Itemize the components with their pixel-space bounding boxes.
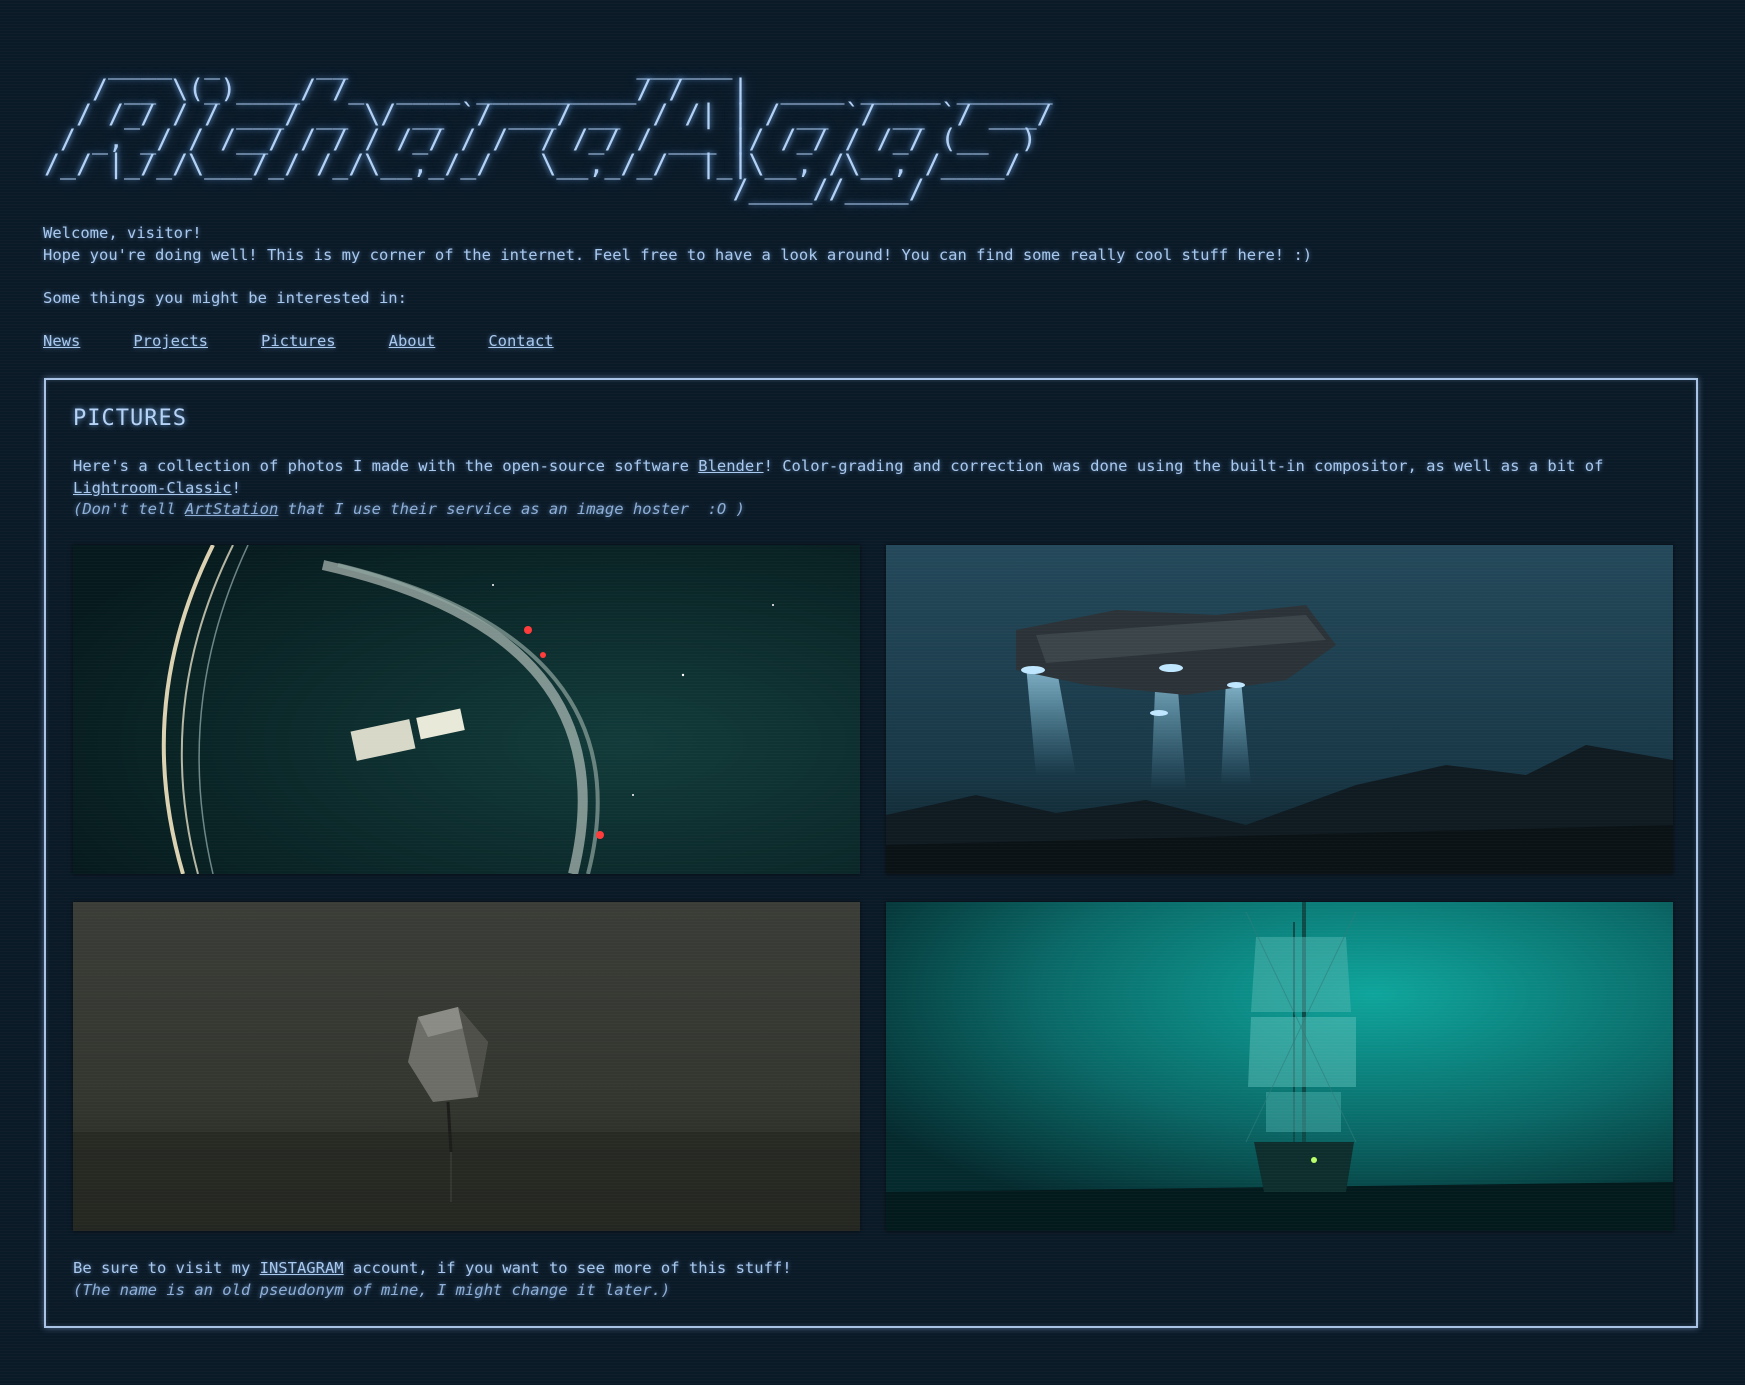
lightroom-link[interactable]: Lightroom-Classic xyxy=(73,479,232,497)
intro-text: Welcome, visitor! Hope you're doing well… xyxy=(43,223,1312,310)
footer-text-2: account, if you want to see more of this… xyxy=(343,1259,792,1277)
footer-note: (The name is an old pseudonym of mine, I… xyxy=(73,1281,671,1299)
interested-line: Some things you might be interested in: xyxy=(43,289,407,307)
footer-text-1: Be sure to visit my xyxy=(73,1259,260,1277)
pictures-panel: PICTURES Here's a collection of photos I… xyxy=(44,378,1698,1328)
section-title: PICTURES xyxy=(73,406,187,431)
welcome-line: Welcome, visitor! xyxy=(43,224,202,242)
desc-text-2: ! Color-grading and correction was done … xyxy=(763,457,1604,475)
main-nav: News Projects Pictures About Contact xyxy=(43,332,554,350)
nav-link-about[interactable]: About xyxy=(389,332,436,350)
photo-cube-fog[interactable] xyxy=(73,902,860,1231)
nav-link-projects[interactable]: Projects xyxy=(133,332,208,350)
instagram-link[interactable]: INSTAGRAM xyxy=(260,1259,344,1277)
blender-link[interactable]: Blender xyxy=(698,457,763,475)
ghost-ship-image xyxy=(886,902,1673,1231)
section-description: Here's a collection of photos I made wit… xyxy=(73,456,1673,521)
hope-line: Hope you're doing well! This is my corne… xyxy=(43,245,1313,264)
nav-link-news[interactable]: News xyxy=(43,332,80,350)
panel-footer: Be sure to visit my INSTAGRAM account, i… xyxy=(73,1257,792,1301)
space-ring-image xyxy=(73,545,860,874)
cube-image xyxy=(73,902,860,1231)
ascii-logo: ____ _ __ ______ / __ \(_)____/ /_ ____ … xyxy=(44,49,1053,205)
artstation-note: (Don't tell ArtStation that I use their … xyxy=(73,500,745,518)
spaceship-image xyxy=(886,545,1673,874)
desc-text-1: Here's a collection of photos I made wit… xyxy=(73,457,699,475)
nav-link-contact[interactable]: Contact xyxy=(488,332,553,350)
photo-spaceship-fog[interactable] xyxy=(886,545,1673,874)
note-text-2: that I use their service as an image hos… xyxy=(278,500,745,518)
photo-ghost-ship[interactable] xyxy=(886,902,1673,1231)
desc-text-3: ! xyxy=(231,478,241,497)
note-text-1: (Don't tell xyxy=(73,500,185,518)
artstation-link[interactable]: ArtStation xyxy=(185,500,278,518)
photo-space-ring[interactable] xyxy=(73,545,860,874)
nav-link-pictures[interactable]: Pictures xyxy=(261,332,336,350)
